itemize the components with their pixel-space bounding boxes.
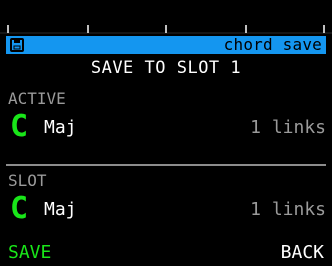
save-slot-heading: SAVE TO SLOT 1 [90, 58, 242, 78]
active-chord-row: C Maj 1 links [8, 112, 326, 142]
tick-ruler [0, 25, 332, 34]
active-section-label: ACTIVE [8, 89, 66, 108]
active-chord-links: 1 links [250, 117, 326, 138]
save-softkey[interactable]: SAVE [8, 242, 51, 264]
slot-section-label: SLOT [8, 171, 47, 190]
slot-chord-links: 1 links [250, 199, 326, 220]
back-softkey[interactable]: BACK [281, 242, 324, 264]
active-chord-quality: Maj [44, 117, 77, 138]
slot-chord-quality: Maj [44, 199, 77, 220]
section-divider [6, 164, 326, 166]
screen-title: chord save [223, 35, 322, 54]
slot-chord-root: C [10, 191, 29, 226]
active-chord-root: C [10, 109, 29, 144]
title-bar: chord save [6, 36, 326, 54]
slot-chord-row: C Maj 1 links [8, 194, 326, 224]
floppy-disk-icon [10, 38, 24, 52]
